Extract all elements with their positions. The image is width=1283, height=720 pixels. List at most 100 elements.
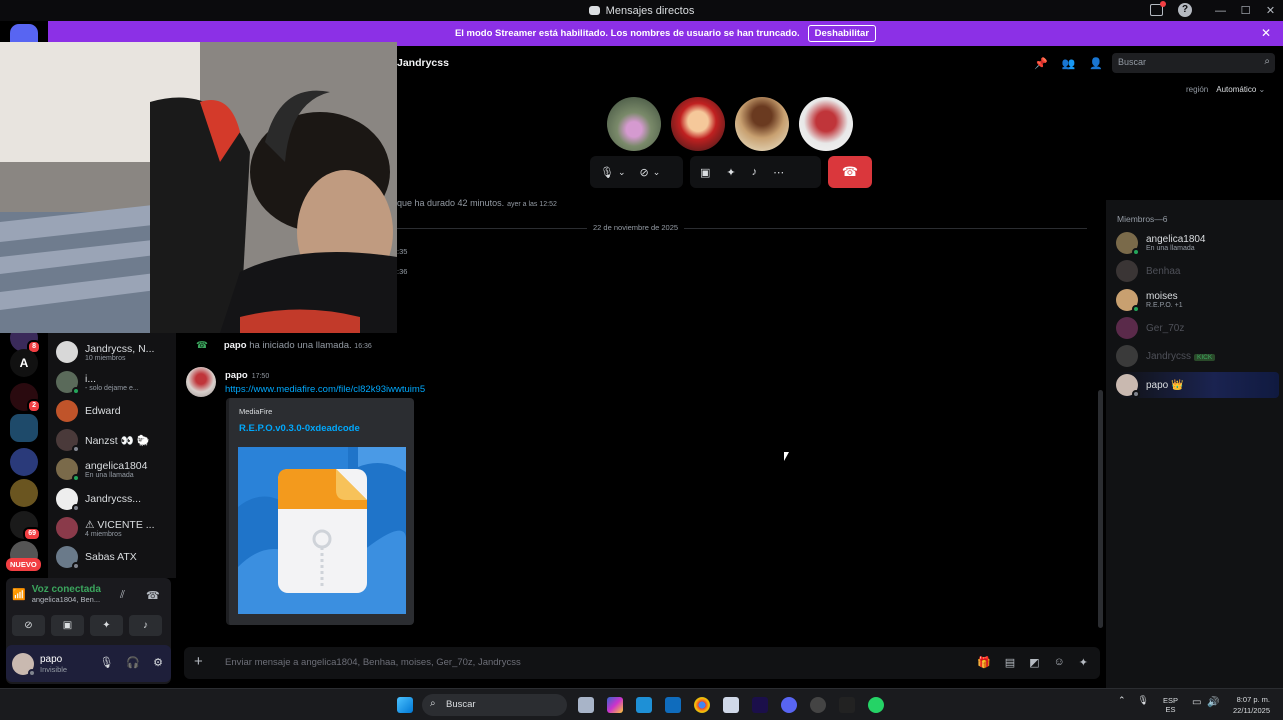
settings-gear-icon[interactable]: ⚙ (153, 656, 163, 669)
call-participant-avatar[interactable] (671, 97, 725, 151)
noise-suppression-icon[interactable]: ⫽ (120, 589, 125, 602)
message-author-name[interactable]: papo (225, 370, 248, 381)
activities-button[interactable]: ✦ (90, 615, 123, 636)
volume-icon[interactable]: 🔊 (1207, 697, 1219, 708)
server-icon[interactable] (10, 479, 38, 507)
chevron-up-icon[interactable]: ⌃ (1118, 695, 1126, 706)
member-item[interactable]: Ger_70z (1116, 315, 1279, 341)
message-link[interactable]: https://www.mediafire.com/file/cl82k93iw… (225, 384, 425, 395)
server-a-icon[interactable]: A (10, 349, 38, 377)
member-item[interactable]: moises R.E.P.O. +1 (1116, 287, 1279, 313)
member-item[interactable]: Jandrycss KICK (1116, 343, 1279, 369)
discord-taskbar-icon[interactable] (781, 697, 797, 713)
sticker-icon[interactable]: ◩ (1029, 656, 1039, 669)
embed-title[interactable]: R.E.P.O.v0.3.0-0xdeadcode (239, 423, 360, 434)
add-friends-icon[interactable]: 👥 (1062, 57, 1076, 70)
call-participant-avatar[interactable] (799, 97, 853, 151)
chrome-icon[interactable] (694, 697, 710, 713)
soundboard-button[interactable]: ♪ (129, 615, 162, 636)
clock[interactable]: 8:07 p. m. 22/11/2025 (1222, 694, 1270, 716)
dm-item[interactable]: Jandrycss, N... 10 miembros (56, 338, 154, 366)
whatsapp-icon[interactable] (868, 697, 884, 713)
close-window-button[interactable]: ✕ (1258, 4, 1283, 17)
discord-icon (588, 6, 600, 15)
dm-item[interactable]: Edward (56, 397, 121, 425)
mic-camera-controls: 🎙 ⌄ ⊘ ⌄ (590, 156, 683, 188)
outlook-icon[interactable] (665, 697, 681, 713)
dm-item[interactable]: i... - solo dejame e... (56, 368, 139, 396)
dm-item[interactable]: Nanzst 👀 🐑 (56, 426, 150, 454)
call-participant-avatar[interactable] (607, 97, 661, 151)
date-divider-text: 22 de noviembre de 2025 (587, 223, 685, 232)
activities-icon[interactable]: ✦ (726, 166, 735, 179)
message-author: papo 17:50 (225, 370, 269, 381)
attach-plus-icon[interactable]: + (194, 653, 203, 670)
search-input[interactable]: Buscar ⌕ (1112, 53, 1275, 73)
zip-file-image[interactable] (238, 447, 406, 614)
message-input[interactable]: Enviar mensaje a angelica1804, Benhaa, m… (225, 657, 521, 668)
microphone-icon[interactable]: 🎙 (99, 656, 113, 669)
avatar (1116, 260, 1138, 282)
dm-subtitle: 4 miembros (85, 530, 122, 538)
taskbar-search[interactable]: ⌕ Buscar (422, 694, 567, 716)
copilot-icon[interactable] (607, 697, 623, 713)
server-icon[interactable]: 69 (10, 511, 41, 541)
close-banner-icon[interactable]: ✕ (1261, 26, 1271, 40)
minimize-button[interactable]: — (1208, 5, 1233, 17)
gif-icon[interactable]: ▤ (1005, 656, 1015, 669)
date-divider: 22 de noviembre de 2025 (397, 223, 1087, 232)
voice-channel[interactable]: angelica1804, Ben... (32, 595, 101, 604)
chat-scrollbar[interactable] (1098, 390, 1103, 628)
soundboard-icon[interactable]: ♪ (752, 166, 758, 178)
pinned-messages-icon[interactable]: 📌 (1034, 57, 1048, 70)
leave-call-button[interactable]: ☎ (828, 156, 872, 188)
emoji-icon[interactable]: ☺ (1054, 656, 1065, 669)
server-icon[interactable] (10, 448, 38, 476)
app-icon[interactable] (810, 697, 826, 713)
valorant-server-icon[interactable]: 2 (10, 383, 41, 413)
region-selector[interactable]: región Automático ⌄ (1186, 85, 1265, 94)
microphone-icon[interactable]: 🎙 (1138, 695, 1149, 706)
member-item[interactable]: Benhaa (1116, 258, 1279, 284)
disconnect-icon[interactable]: ☎ (146, 589, 160, 602)
gift-icon[interactable]: 🎁 (977, 656, 991, 669)
selected-server-icon[interactable] (10, 414, 38, 442)
start-button[interactable] (397, 697, 413, 713)
maximize-button[interactable]: ☐ (1233, 4, 1258, 17)
member-list-icon[interactable]: 👤 (1089, 57, 1103, 70)
windows-taskbar: ⌕ Buscar ⌃ 🎙 ESP ES ▭ 🔊 8:07 p. m. 22/11… (0, 688, 1283, 720)
user-avatar[interactable] (12, 652, 36, 677)
epic-games-icon[interactable] (839, 697, 855, 713)
dm-item[interactable]: Jandrycss... (56, 485, 141, 513)
app-icon[interactable] (723, 697, 739, 713)
signal-icon: 📶 (12, 588, 26, 601)
help-icon[interactable]: ? (1178, 3, 1192, 17)
headphones-icon[interactable]: 🎧 (126, 656, 140, 669)
store-icon[interactable] (636, 697, 652, 713)
chevron-down-icon[interactable]: ⌄ (618, 167, 626, 178)
disable-streamer-button[interactable]: Deshabilitar (807, 25, 877, 42)
premiere-icon[interactable] (752, 697, 768, 713)
member-item-self[interactable]: papo 👑 (1116, 372, 1279, 398)
more-options-icon[interactable]: ⋯ (773, 166, 784, 179)
dm-item[interactable]: angelica1804 En una llamada (56, 455, 147, 483)
call-participant-avatar[interactable] (735, 97, 789, 151)
call-ended-notice: que ha durado 42 minutos. ayer a las 12:5… (397, 198, 557, 208)
screen-share-icon[interactable]: ▣ (700, 166, 710, 179)
call-start-author[interactable]: papo (224, 340, 247, 351)
network-icon[interactable]: ▭ (1192, 697, 1201, 708)
chevron-down-icon[interactable]: ⌄ (653, 167, 661, 178)
dm-item[interactable]: Sabas ATX (56, 543, 137, 571)
dm-item[interactable]: ⚠ VICENTE ... 4 miembros (56, 514, 155, 542)
language-indicator[interactable]: ESP ES (1163, 696, 1178, 714)
member-item[interactable]: angelica1804 En una llamada (1116, 230, 1279, 256)
microphone-icon[interactable]: 🎙 (600, 166, 614, 179)
inbox-icon[interactable] (1150, 1, 1166, 16)
mention-badge: 69 (23, 527, 41, 541)
screen-share-button[interactable]: ▣ (51, 615, 84, 636)
task-view-icon[interactable] (578, 697, 594, 713)
apps-icon[interactable]: ✦ (1079, 656, 1088, 669)
camera-off-icon[interactable]: ⊘ (640, 166, 649, 179)
camera-off-button[interactable]: ⊘ (12, 615, 45, 636)
message-avatar[interactable] (186, 367, 216, 397)
